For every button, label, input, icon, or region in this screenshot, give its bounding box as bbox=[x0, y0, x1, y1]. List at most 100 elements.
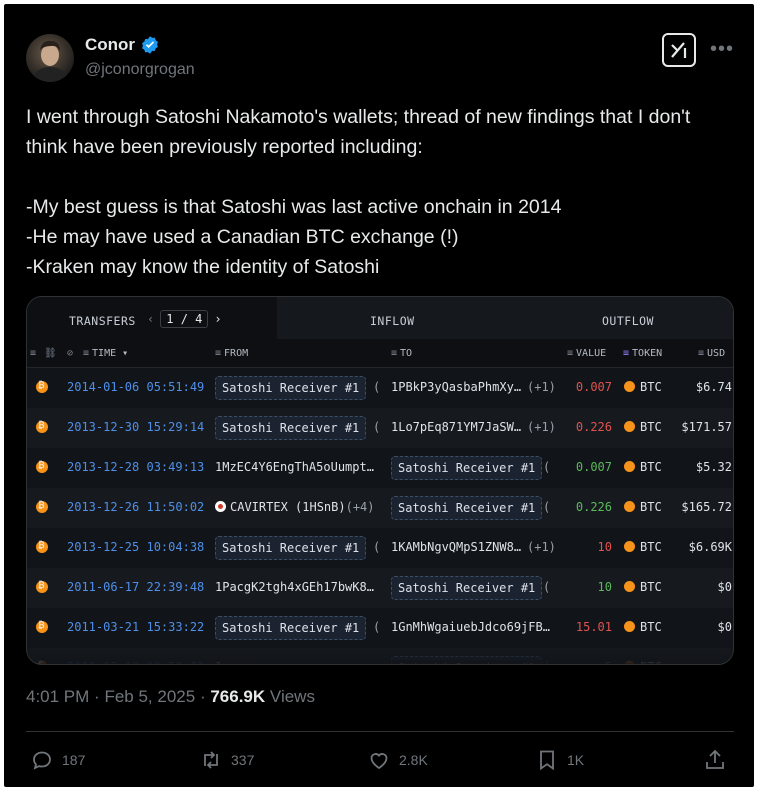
row-usd: $0 bbox=[717, 620, 732, 634]
row-token: BTC bbox=[640, 420, 662, 434]
col-time[interactable]: ≡ TIME ▾ bbox=[83, 348, 128, 359]
post-date[interactable]: Feb 5, 2025 bbox=[104, 687, 195, 706]
row-from[interactable]: 1PacgK2tgh4xGEh17bwK8… bbox=[215, 580, 374, 594]
row-time[interactable]: 2011-03-21 15:33:22 bbox=[67, 620, 204, 634]
btc-icon bbox=[624, 621, 635, 632]
meta-separator: · bbox=[94, 687, 100, 706]
grok-button[interactable] bbox=[662, 33, 696, 67]
pager-box: 1 / 4 bbox=[160, 310, 209, 328]
like-button[interactable]: 2.8K bbox=[367, 748, 428, 772]
sort-icon: ▾ bbox=[122, 348, 129, 359]
col-from[interactable]: ≡ FROM bbox=[215, 348, 248, 359]
like-icon bbox=[370, 753, 388, 770]
tweet-text: I went through Satoshi Nakamoto's wallet… bbox=[26, 106, 691, 278]
row-time[interactable]: 2013-12-26 11:50:02 bbox=[67, 500, 204, 514]
tab-transfers-label: TRANSFERS bbox=[69, 314, 136, 328]
row-to-tag[interactable]: Satoshi Receiver #1 bbox=[391, 456, 543, 480]
tab-transfers[interactable]: TRANSFERS ‹ 1 / 4 › bbox=[27, 297, 277, 339]
avatar[interactable] bbox=[26, 34, 74, 82]
row-token: BTC bbox=[640, 380, 662, 394]
row-usd: $6.69K bbox=[688, 540, 732, 554]
row-token: BTC bbox=[640, 460, 662, 474]
row-to-extra: ( bbox=[543, 460, 551, 474]
btc-icon bbox=[624, 541, 635, 552]
row-from-tag[interactable]: Satoshi Receiver #1 bbox=[215, 416, 367, 440]
row-time[interactable]: 2013-12-30 15:29:14 bbox=[67, 420, 204, 434]
table-row[interactable]: 2013-12-26 11:50:02 CAVIRTEX (1HSnB)(+4) S… bbox=[27, 488, 733, 528]
filter-icon[interactable]: ≡ bbox=[30, 348, 39, 359]
card-tabs: TRANSFERS ‹ 1 / 4 › INFLOW OUTFLOW bbox=[27, 297, 733, 339]
row-to[interactable]: 1PBkP3yQasbaPhmXy… bbox=[391, 380, 521, 394]
row-value: 0.226 bbox=[575, 500, 612, 514]
row-token: BTC bbox=[640, 540, 662, 554]
row-to-tag[interactable]: Satoshi Receiver #1 bbox=[391, 576, 543, 600]
row-from[interactable]: 1MzEC4Y6EngThA5oUumpt… bbox=[215, 460, 374, 474]
row-to[interactable]: 1KAMbNgvQMpS1ZNW8… bbox=[391, 540, 521, 554]
btc-icon bbox=[36, 540, 48, 553]
post-time[interactable]: 4:01 PM bbox=[26, 687, 89, 706]
grok-icon bbox=[671, 42, 687, 58]
row-to-extra: (+1) bbox=[527, 380, 556, 394]
table-row[interactable]: 2013-12-30 15:29:14 Satoshi Receiver #1 (1… bbox=[27, 408, 733, 448]
share-icon bbox=[706, 749, 724, 769]
repost-button[interactable]: 337 bbox=[199, 748, 254, 772]
row-from-tag[interactable]: Satoshi Receiver #1 bbox=[215, 616, 367, 640]
table-row[interactable]: 2011-06-17 22:39:48 1PacgK2tgh4xGEh17bwK8… bbox=[27, 568, 733, 608]
btc-icon bbox=[36, 460, 48, 473]
row-value: 10 bbox=[597, 540, 612, 554]
more-icon[interactable]: ••• bbox=[710, 38, 734, 61]
row-to[interactable]: 1Lo7pEq871YM7JaSW… bbox=[391, 420, 521, 434]
row-to[interactable]: 1GnMhWgaiuebJdco69jFB… bbox=[391, 620, 550, 634]
row-from-tag[interactable]: Satoshi Receiver #1 bbox=[215, 376, 367, 400]
reply-icon bbox=[33, 751, 51, 770]
row-value: 0.007 bbox=[575, 380, 612, 394]
btc-icon bbox=[624, 501, 635, 512]
pager-next-icon[interactable]: › bbox=[214, 312, 221, 326]
author-name[interactable]: Conor bbox=[85, 35, 135, 55]
row-time[interactable]: 2011-06-17 22:39:48 bbox=[67, 580, 204, 594]
table-row[interactable]: 2014-01-06 05:51:49 Satoshi Receiver #1 (1… bbox=[27, 368, 733, 408]
author-handle[interactable]: @jconorgrogan bbox=[85, 61, 195, 79]
author-name-row[interactable]: Conor bbox=[85, 35, 160, 55]
row-time[interactable]: 2013-12-28 03:49:13 bbox=[67, 460, 204, 474]
media-card[interactable]: TRANSFERS ‹ 1 / 4 › INFLOW OUTFLOW ≡ ⛓ ⊘… bbox=[26, 296, 734, 665]
row-from-extra: ( bbox=[373, 620, 381, 634]
row-usd: $171.57 bbox=[681, 420, 732, 434]
table-row[interactable]: 2013-12-25 10:04:38 Satoshi Receiver #1 (1… bbox=[27, 528, 733, 568]
divider bbox=[26, 731, 734, 732]
row-to-extra: ( bbox=[543, 500, 551, 514]
btc-icon bbox=[36, 420, 48, 433]
table-header: ≡ ⛓ ⊘ ≡ TIME ▾ ≡ FROM ≡ TO ≡ VALUE ≡ TOKEN ≡ U… bbox=[27, 339, 733, 368]
row-from[interactable]: CAVIRTEX (1HSnB)(+4) bbox=[215, 500, 375, 514]
pager-current: 1 bbox=[166, 312, 174, 326]
btc-icon bbox=[624, 421, 635, 432]
row-from-extra: ( bbox=[373, 420, 381, 434]
bookmark-count: 1K bbox=[567, 752, 585, 768]
row-usd: $5.32 bbox=[695, 460, 732, 474]
link-icon[interactable]: ⛓ bbox=[44, 348, 60, 359]
pager-total: 4 bbox=[195, 312, 203, 326]
col-token[interactable]: ≡ TOKEN bbox=[623, 348, 662, 359]
table-row[interactable]: 2013-12-28 03:49:13 1MzEC4Y6EngThA5oUumpt… bbox=[27, 448, 733, 488]
views-label: Views bbox=[269, 687, 315, 706]
clock-icon[interactable]: ⊘ bbox=[67, 348, 76, 359]
row-time[interactable]: 2013-12-25 10:04:38 bbox=[67, 540, 204, 554]
row-token: BTC bbox=[640, 620, 662, 634]
reply-button[interactable]: 187 bbox=[30, 748, 85, 772]
row-usd: $165.72 bbox=[681, 500, 732, 514]
card-fade bbox=[27, 642, 733, 664]
tab-inflow[interactable]: INFLOW bbox=[370, 314, 415, 328]
row-from-tag[interactable]: Satoshi Receiver #1 bbox=[215, 536, 367, 560]
bookmark-icon bbox=[540, 750, 554, 771]
col-to[interactable]: ≡ TO bbox=[391, 348, 412, 359]
share-button[interactable] bbox=[703, 748, 727, 772]
col-usd[interactable]: ≡ USD bbox=[698, 348, 725, 359]
tab-outflow[interactable]: OUTFLOW bbox=[602, 314, 654, 328]
row-time[interactable]: 2014-01-06 05:51:49 bbox=[67, 380, 204, 394]
col-value[interactable]: ≡ VALUE bbox=[567, 348, 606, 359]
views-count: 766.9K bbox=[210, 687, 266, 706]
like-count: 2.8K bbox=[399, 752, 428, 768]
pager-prev-icon[interactable]: ‹ bbox=[147, 312, 154, 326]
bookmark-button[interactable]: 1K bbox=[535, 748, 584, 772]
row-to-tag[interactable]: Satoshi Receiver #1 bbox=[391, 496, 543, 520]
